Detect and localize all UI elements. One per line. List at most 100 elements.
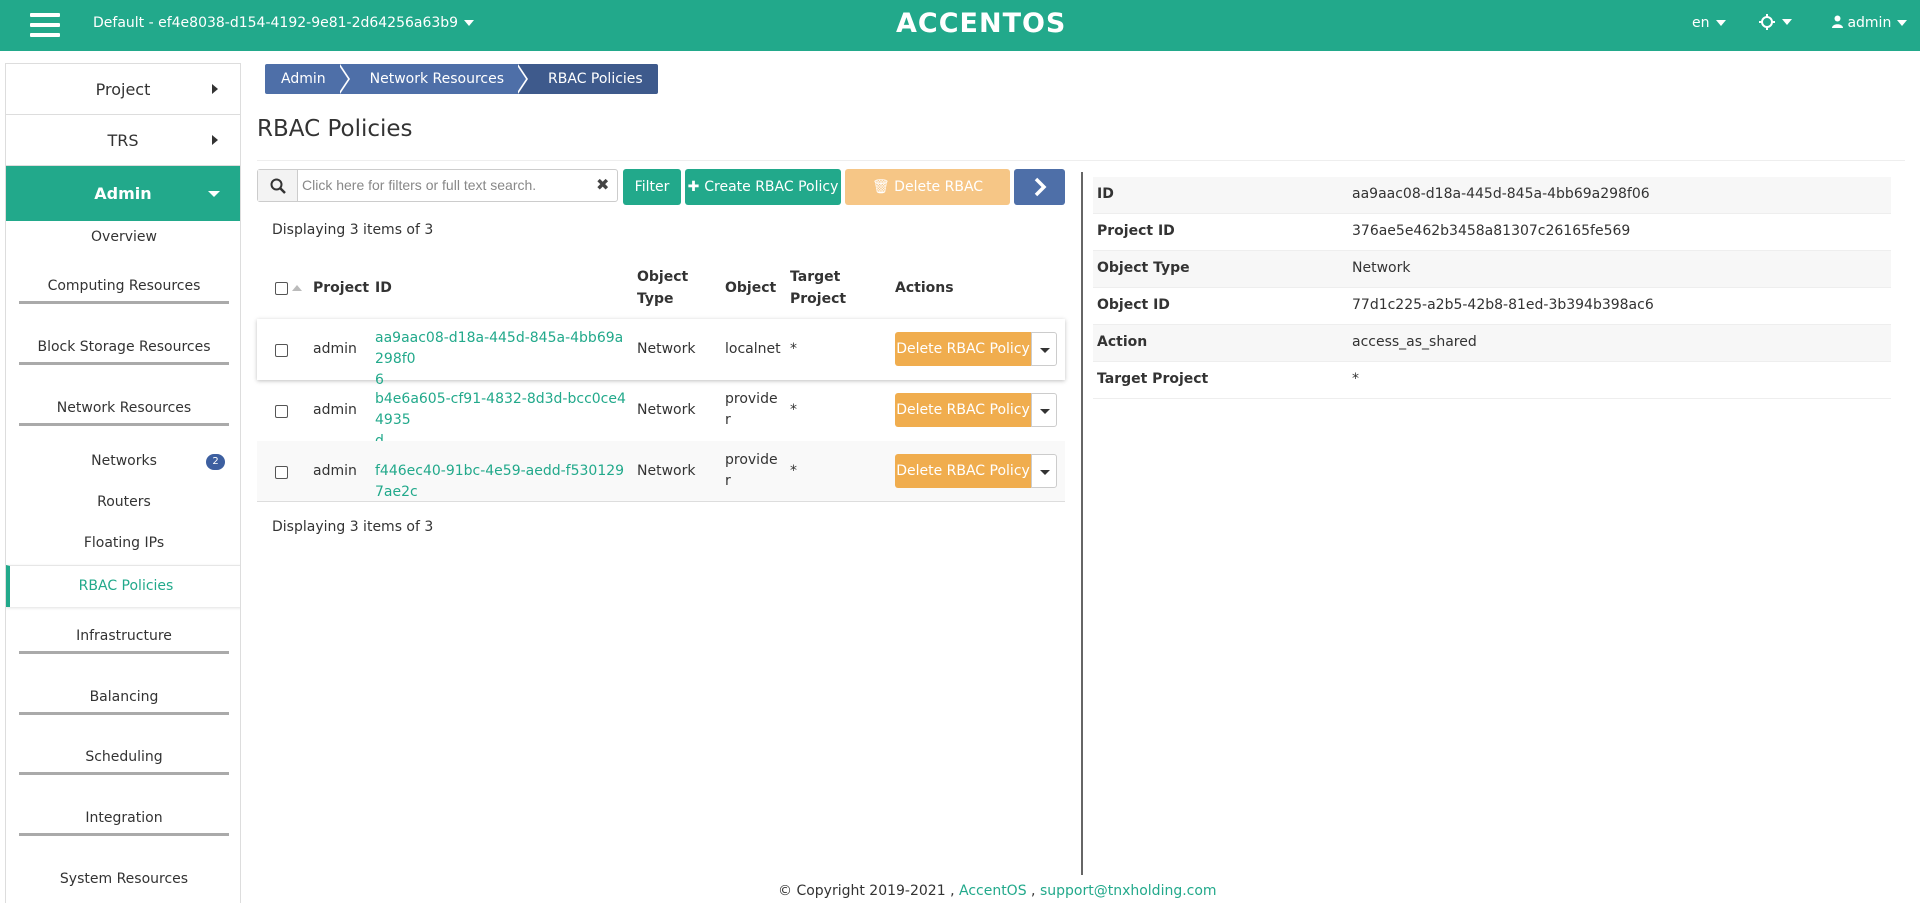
cell-object: provide r <box>725 450 778 492</box>
next-button[interactable] <box>1014 169 1065 205</box>
chevron-down-icon <box>208 191 220 197</box>
sidebar-item-admin[interactable]: Admin <box>6 166 240 221</box>
chevron-down-icon <box>1715 20 1726 26</box>
column-header-object-type[interactable]: Object Type <box>637 266 688 310</box>
sidebar-item-block-storage[interactable]: Block Storage Resources <box>6 339 240 365</box>
sidebar-item-rbac-policies[interactable]: RBAC Policies <box>6 565 240 607</box>
sidebar-item-floating-ips[interactable]: Floating IPs <box>6 535 240 551</box>
create-label: Create RBAC Policy <box>704 179 839 195</box>
filter-button[interactable]: Filter <box>623 169 681 205</box>
detail-row-id: ID aa9aac08-d18a-445d-845a-4bb69a298f06 <box>1093 177 1891 214</box>
detail-row-object-type: Object Type Network <box>1093 251 1891 288</box>
footer: © Copyright 2019-2021 , AccentOS , suppo… <box>778 883 1217 899</box>
header-line: Object <box>637 269 689 285</box>
page-title: RBAC Policies <box>257 116 413 142</box>
header-line: Project <box>790 291 847 307</box>
sidebar-item-infrastructure[interactable]: Infrastructure <box>6 628 240 654</box>
chevron-down-icon <box>464 20 475 26</box>
project-selector[interactable]: Default - ef4e8038-d154-4192-9e81-2d6425… <box>93 15 475 31</box>
column-header-target-project[interactable]: Target Project <box>790 266 846 310</box>
breadcrumb-admin[interactable]: Admin <box>265 64 340 94</box>
create-rbac-policy-button[interactable]: ✚ Create RBAC Policy <box>685 169 841 205</box>
cell-object: provide r <box>725 389 778 431</box>
chevron-right-icon <box>212 84 218 94</box>
sidebar-item-label: Admin <box>94 184 152 203</box>
detail-value: * <box>1352 371 1359 387</box>
column-header-project[interactable]: Project <box>313 277 369 299</box>
chevron-down-icon <box>1782 19 1792 25</box>
sidebar-item-integration[interactable]: Integration <box>6 810 240 836</box>
column-header-id[interactable]: ID <box>375 277 392 299</box>
sidebar-item-overview[interactable]: Overview <box>6 229 240 245</box>
header-line: Target <box>790 269 841 285</box>
sidebar-item-networks[interactable]: Networks 2 <box>6 453 240 470</box>
id-line: b4e6a605-cf91-4832-8d3d-bcc0ce44935 <box>375 391 626 428</box>
delete-rbac-policies-button[interactable]: 🗑 Delete RBAC Policies <box>845 169 1010 231</box>
detail-row-target-project: Target Project * <box>1093 362 1891 399</box>
detail-row-project-id: Project ID 376ae5e462b3458a81307c26165fe5… <box>1093 214 1891 251</box>
sort-icon[interactable] <box>292 285 302 291</box>
delete-rbac-policy-button[interactable]: Delete RBAC Policy <box>895 393 1031 427</box>
chevron-down-icon <box>1897 20 1908 26</box>
detail-value: 376ae5e462b3458a81307c26165fe569 <box>1352 223 1631 239</box>
cell-target-project: * <box>790 341 797 357</box>
detail-row-object-id: Object ID 77d1c225-a2b5-42b8-81ed-3b394b3… <box>1093 288 1891 325</box>
detail-label: Object Type <box>1097 260 1190 276</box>
search-button[interactable] <box>258 170 298 201</box>
panel-splitter[interactable] <box>1081 172 1083 875</box>
footer-separator: , <box>1031 883 1036 899</box>
settings-menu[interactable] <box>1758 13 1792 31</box>
chevron-down-icon[interactable] <box>1031 332 1057 366</box>
chevron-down-icon[interactable] <box>1031 454 1057 488</box>
user-menu[interactable]: admin <box>1832 15 1908 31</box>
cell-project: admin <box>313 341 357 357</box>
table-row[interactable]: admin f446ec40-91bc-4e59-aedd-f5301297ae… <box>257 441 1065 502</box>
sidebar-item-trs[interactable]: TRS <box>6 115 240 166</box>
detail-value: aa9aac08-d18a-445d-845a-4bb69a298f06 <box>1352 186 1650 202</box>
user-icon <box>1832 15 1843 28</box>
sidebar-item-routers[interactable]: Routers <box>6 494 240 510</box>
cell-object-type: Network <box>637 402 696 418</box>
count-badge: 2 <box>206 454 225 470</box>
row-checkbox[interactable] <box>275 405 288 418</box>
copyright-text: © Copyright 2019-2021 , <box>778 883 955 899</box>
row-checkbox[interactable] <box>275 466 288 479</box>
delete-rbac-policy-button[interactable]: Delete RBAC Policy <box>895 332 1031 366</box>
chevron-down-icon[interactable] <box>1031 393 1057 427</box>
sidebar-item-project[interactable]: Project <box>6 64 240 115</box>
language-selector[interactable]: en <box>1692 15 1726 31</box>
user-label: admin <box>1847 15 1892 31</box>
breadcrumb-rbac-policies: RBAC Policies <box>532 64 658 94</box>
sidebar-item-system-resources[interactable]: System Resources <box>6 871 240 887</box>
sidebar-item-network-resources[interactable]: Network Resources <box>6 400 240 426</box>
plus-icon: ✚ <box>687 179 705 195</box>
sidebar-item-balancing[interactable]: Balancing <box>6 689 240 715</box>
cell-id-link[interactable]: f446ec40-91bc-4e59-aedd-f5301297ae2c <box>375 461 630 503</box>
detail-label: Target Project <box>1097 371 1209 387</box>
detail-label: Action <box>1097 334 1148 350</box>
search-input[interactable] <box>302 177 582 193</box>
row-checkbox[interactable] <box>275 344 288 357</box>
support-email-link[interactable]: support@tnxholding.com <box>1040 883 1217 899</box>
sidebar-item-scheduling[interactable]: Scheduling <box>6 749 240 775</box>
menu-icon[interactable] <box>30 13 60 38</box>
select-all-checkbox[interactable] <box>275 282 288 295</box>
breadcrumb: Admin Network Resources RBAC Policies <box>265 64 658 94</box>
delete-rbac-policy-button[interactable]: Delete RBAC Policy <box>895 454 1031 488</box>
sidebar-item-computing-resources[interactable]: Computing Resources <box>6 278 240 304</box>
cell-project: admin <box>313 463 357 479</box>
sidebar: Project TRS Admin Overview Computing Res… <box>5 63 241 903</box>
chevron-right-icon <box>1034 177 1046 197</box>
gear-icon <box>1759 14 1775 30</box>
clear-icon[interactable]: ✖ <box>596 175 609 194</box>
object-line: provide <box>725 452 778 468</box>
brand-link[interactable]: AccentOS <box>959 883 1027 899</box>
table-row[interactable]: admin b4e6a605-cf91-4832-8d3d-bcc0ce4493… <box>257 380 1065 449</box>
search-icon <box>270 178 286 194</box>
breadcrumb-network-resources[interactable]: Network Resources <box>353 64 519 94</box>
table-row[interactable]: admin aa9aac08-d18a-445d-845a-4bb69a298f… <box>257 319 1065 388</box>
object-line: r <box>725 473 731 489</box>
cell-object-type: Network <box>637 463 696 479</box>
column-header-object[interactable]: Object <box>725 277 776 299</box>
divider <box>257 160 1905 161</box>
